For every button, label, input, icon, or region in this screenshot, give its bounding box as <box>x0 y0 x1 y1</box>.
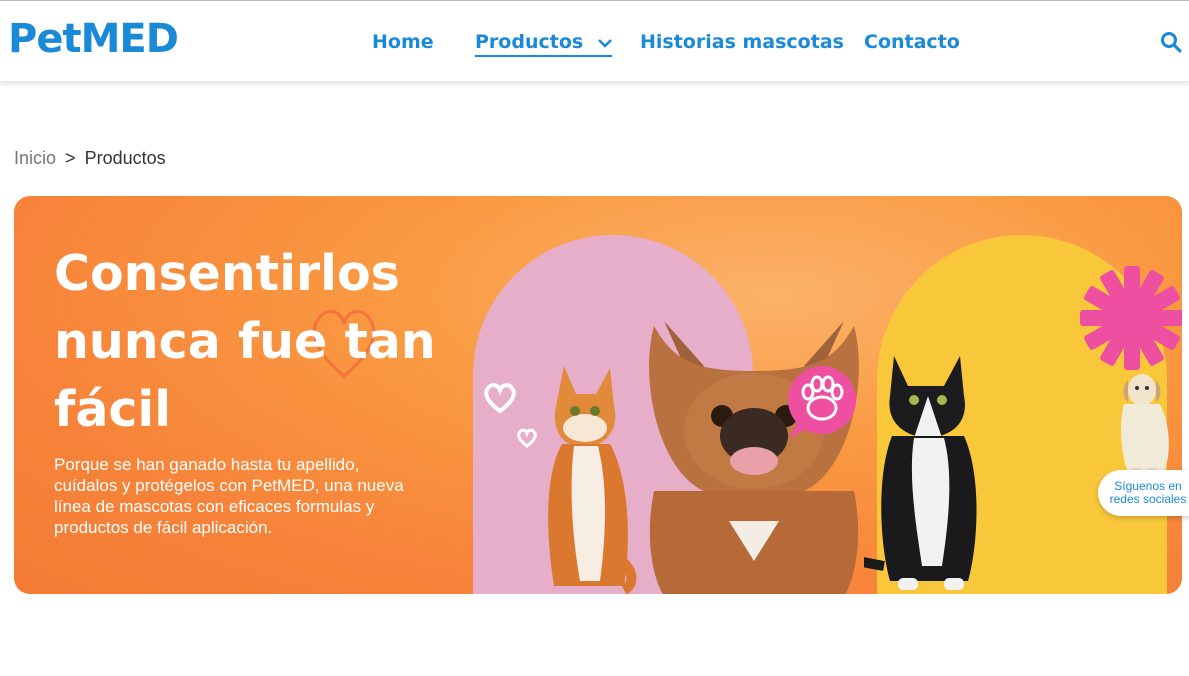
breadcrumb-separator: > <box>65 148 76 168</box>
breadcrumb-home[interactable]: Inicio <box>14 148 56 168</box>
social-dog-image <box>1121 374 1169 476</box>
nav-historias-mascotas[interactable]: Historias mascotas <box>640 31 844 53</box>
breadcrumb: Inicio > Productos <box>14 148 166 169</box>
nav-productos-label: Productos <box>475 31 584 53</box>
hero-description: Porque se han ganado hasta tu apellido, … <box>54 455 404 537</box>
petmed-logo[interactable]: PetMED <box>8 13 179 73</box>
pink-starburst-icon <box>1080 266 1182 370</box>
chevron-down-icon <box>597 38 612 48</box>
site-header: PetMED Home Productos Historias mascotas… <box>0 0 1189 81</box>
black-cat-image <box>864 356 977 590</box>
hero-banner: Consentirlos nunca fue tan fácil Porque … <box>14 196 1182 594</box>
social-follow-badge[interactable]: Síguenos en redes sociales <box>1098 470 1189 516</box>
nav-productos[interactable]: Productos <box>475 31 612 57</box>
breadcrumb-current: Productos <box>84 148 166 168</box>
heart-icon <box>484 383 516 414</box>
paw-bubble-icon <box>788 366 856 438</box>
bulldog-image <box>649 321 859 594</box>
hero-title: Consentirlos nunca fue tan fácil <box>54 245 436 438</box>
orange-cat-image <box>548 366 637 594</box>
search-icon[interactable] <box>1160 31 1182 53</box>
logo-text: PetMED <box>8 16 179 62</box>
nav-home[interactable]: Home <box>372 31 434 53</box>
nav-contacto[interactable]: Contacto <box>864 31 960 53</box>
